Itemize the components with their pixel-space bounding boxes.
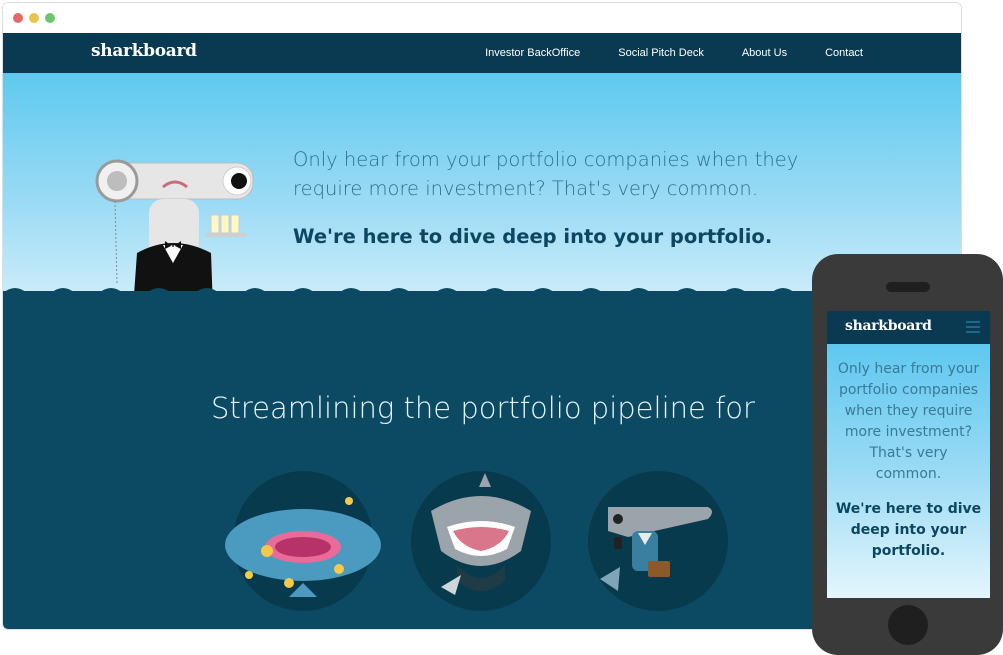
hero-lead-text: Only hear from your portfolio companies … xyxy=(293,148,799,200)
site-navbar: sharkboard Investor BackOffice Social Pi… xyxy=(3,33,961,73)
hammerhead-briefcase-icon xyxy=(600,507,712,591)
site-logo[interactable]: sharkboard xyxy=(91,41,197,61)
nav-link-investor-backoffice[interactable]: Investor BackOffice xyxy=(485,47,580,59)
minimize-window-dot[interactable] xyxy=(29,13,39,23)
hamburger-icon[interactable] xyxy=(966,321,980,333)
mobile-phone-mockup: sharkboard Only hear from your portfolio… xyxy=(812,254,1003,655)
phone-home-button[interactable] xyxy=(888,605,928,645)
mobile-hero-lead-text: Only hear from your portfolio companies … xyxy=(837,361,980,482)
whale-shark-icon xyxy=(225,497,381,597)
hero-tagline: We're here to dive deep into your portfo… xyxy=(293,225,773,248)
browser-titlebar xyxy=(3,3,961,33)
nav-links: Investor BackOffice Social Pitch Deck Ab… xyxy=(485,33,863,73)
mobile-navbar: sharkboard xyxy=(827,311,990,344)
showcase-stage: sharkboard Investor BackOffice Social Pi… xyxy=(0,0,1003,655)
close-window-dot[interactable] xyxy=(13,13,23,23)
phone-speaker xyxy=(886,282,930,292)
mobile-site-logo[interactable]: sharkboard xyxy=(845,318,932,334)
nav-link-social-pitch-deck[interactable]: Social Pitch Deck xyxy=(618,47,704,59)
audience-circle-1 xyxy=(225,471,381,611)
audience-circle-3 xyxy=(588,471,728,611)
maximize-window-dot[interactable] xyxy=(45,13,55,23)
nav-link-about-us[interactable]: About Us xyxy=(742,47,787,59)
mobile-hero-tagline: We're here to dive deep into your portfo… xyxy=(835,501,982,559)
great-white-shark-icon xyxy=(431,473,531,595)
phone-screen: sharkboard Only hear from your portfolio… xyxy=(827,311,990,598)
audience-circle-2 xyxy=(411,471,551,611)
nav-link-contact[interactable]: Contact xyxy=(825,47,863,59)
